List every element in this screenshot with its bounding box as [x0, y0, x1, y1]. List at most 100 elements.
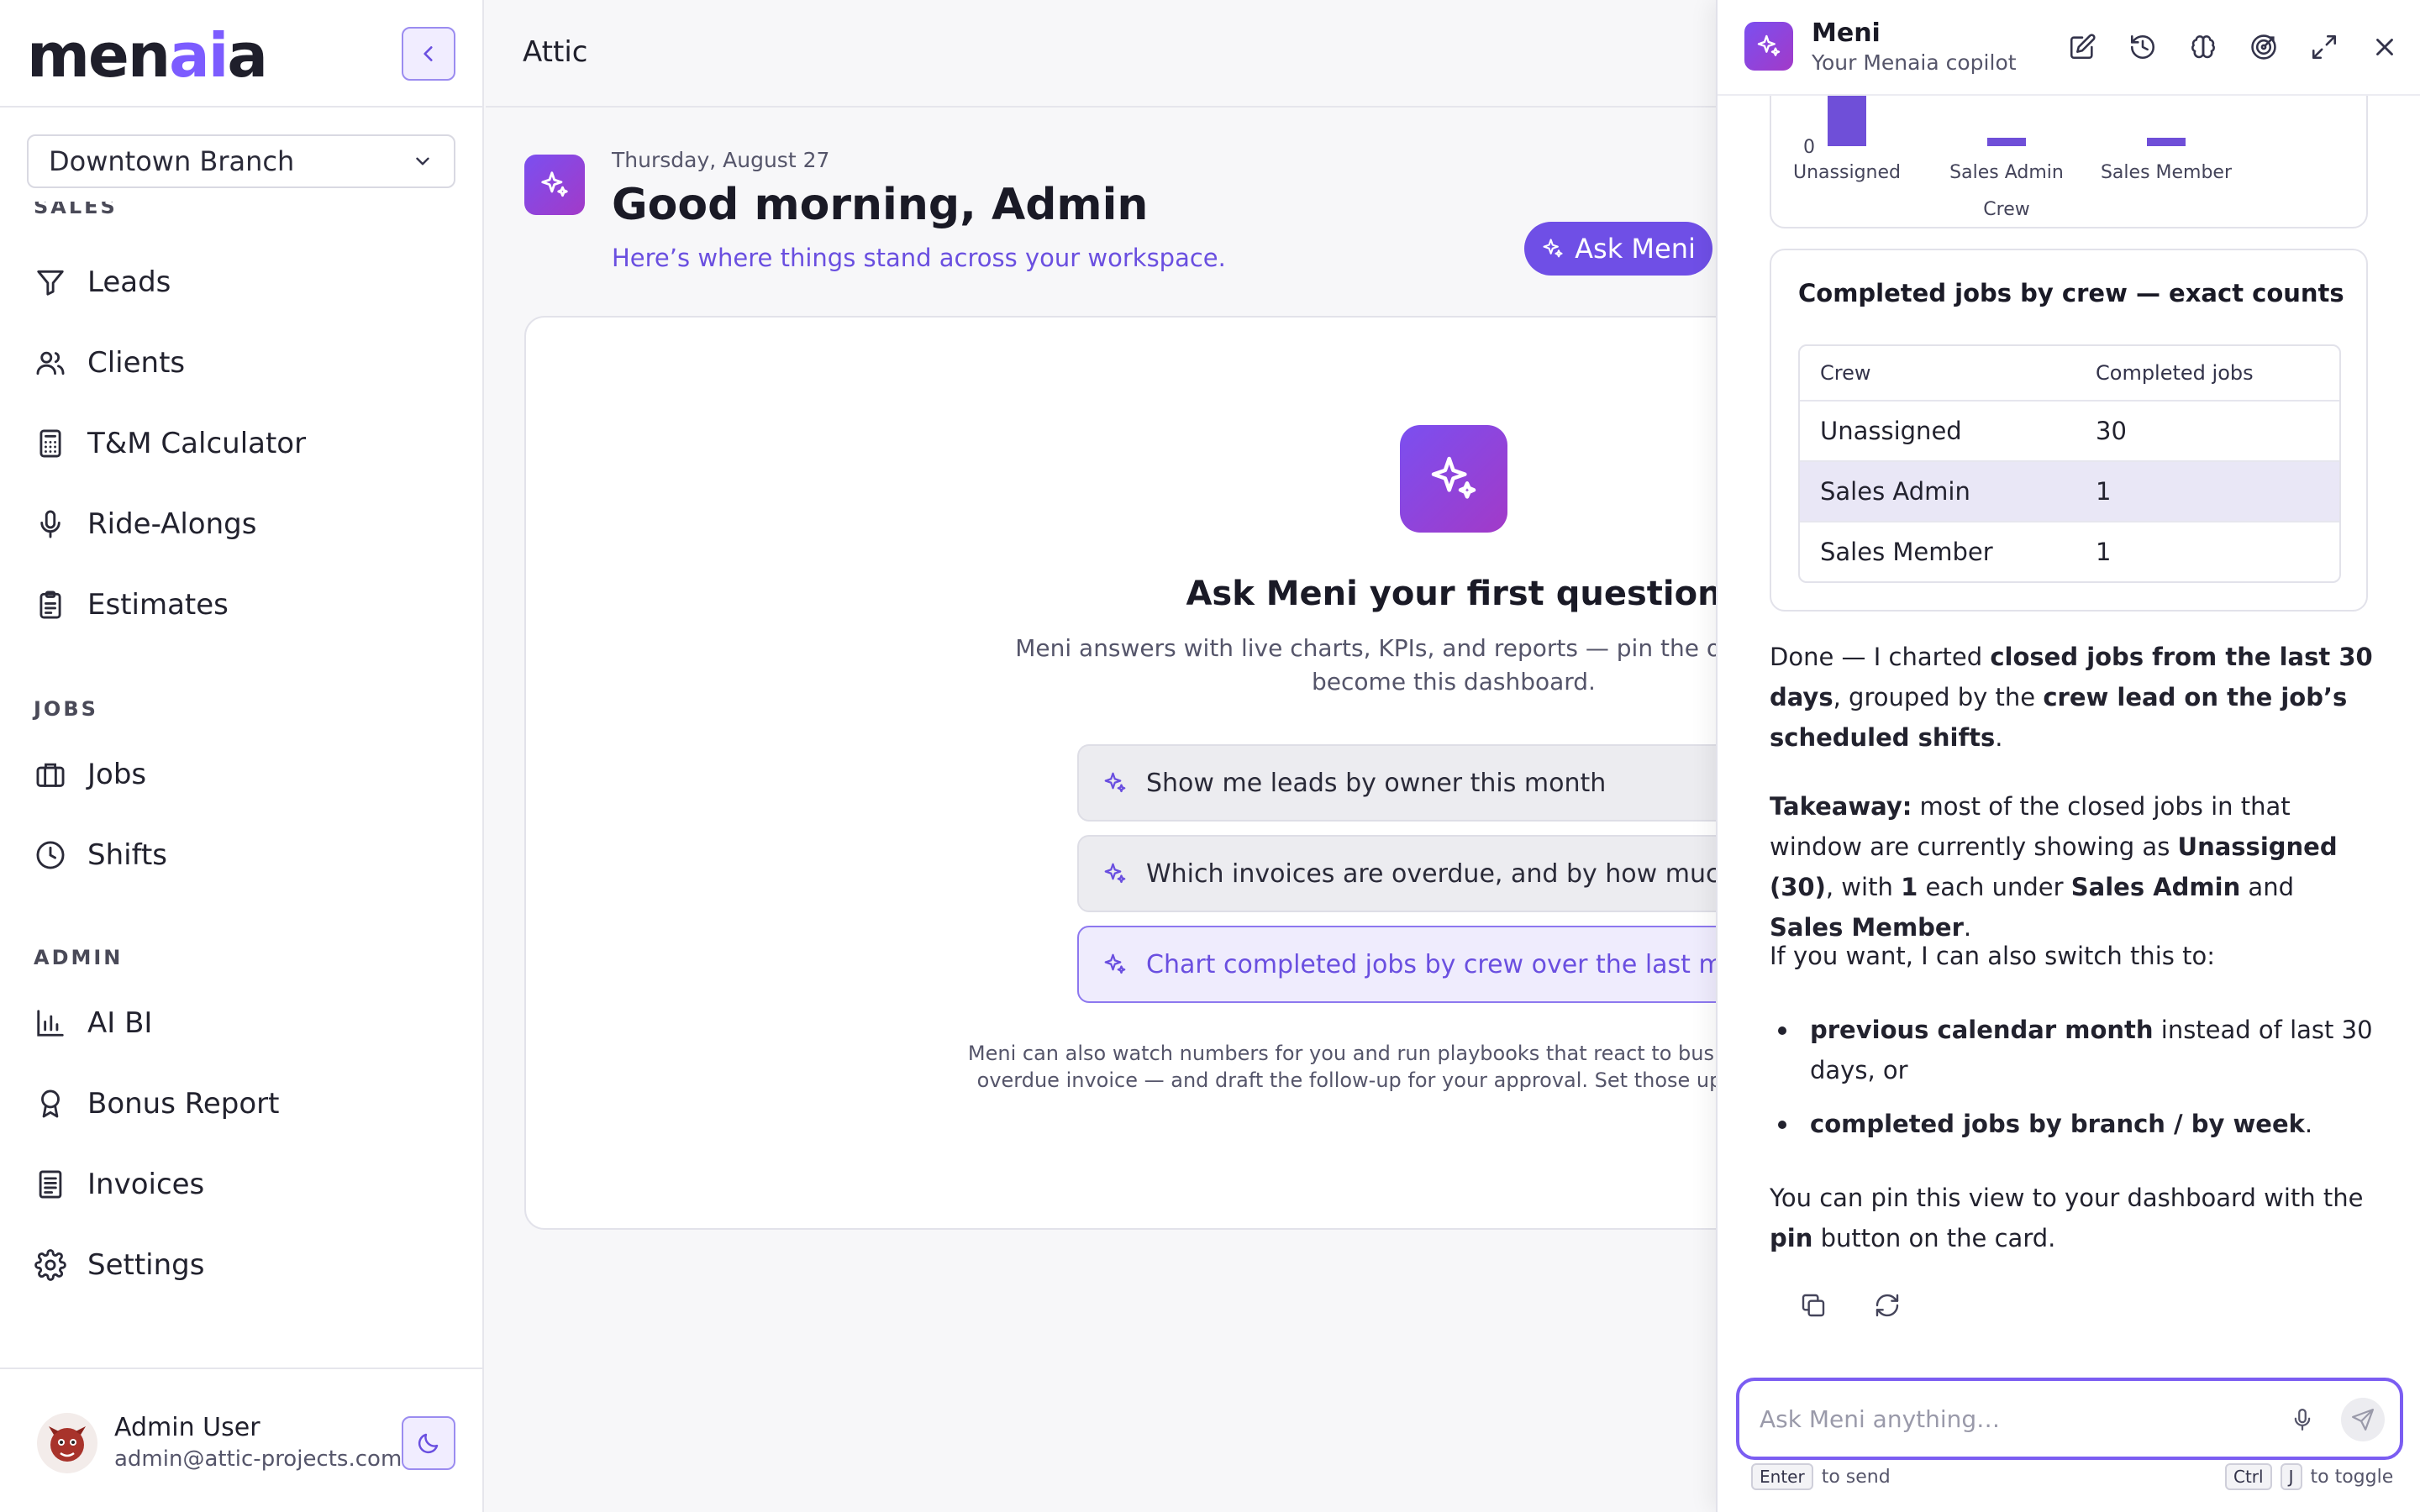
send-button[interactable]: [2341, 1398, 2385, 1441]
chat-input[interactable]: [1760, 1401, 2264, 1436]
sidebar-item-label: Ride-Alongs: [87, 507, 257, 541]
calculator-icon: [34, 427, 67, 460]
sidebar-item-label: Jobs: [87, 758, 147, 791]
table-card-title: Completed jobs by crew — exact counts: [1798, 279, 2344, 307]
expand-button[interactable]: [2307, 30, 2341, 64]
logo[interactable]: menaia: [27, 22, 268, 89]
clipboard-icon: [34, 588, 67, 622]
bar-chart: 0 Unassigned Sales Admin Sales Member Crew: [1793, 96, 2233, 220]
bar: [1987, 138, 2026, 146]
suggestion-label: Chart completed jobs by crew over the la…: [1146, 949, 1781, 979]
copilot-panel: Meni Your Menaia copilot 0 Unassigned Sale…: [1716, 0, 2420, 1512]
sidebar-item-bonus-report[interactable]: Bonus Report: [34, 1074, 454, 1134]
sparkles-icon: [1102, 770, 1128, 795]
nav-section-jobs: JOBS: [34, 697, 98, 721]
ask-meni-label: Ask Meni: [1575, 233, 1696, 265]
refresh-icon: [1876, 1294, 1899, 1317]
copilot-title: Meni: [1812, 18, 1881, 48]
table-row: Sales Member 1: [1800, 521, 2339, 581]
sidebar-item-invoices[interactable]: Invoices: [34, 1154, 454, 1215]
enter-key: Enter: [1751, 1463, 1813, 1490]
sidebar-item-label: AI BI: [87, 1006, 153, 1040]
filter-icon: [34, 265, 67, 299]
sidebar-item-estimates[interactable]: Estimates: [34, 575, 454, 635]
close-button[interactable]: [2368, 30, 2402, 64]
toggle-hint: Ctrl J to toggle: [2225, 1463, 2393, 1490]
history-button[interactable]: [2126, 30, 2160, 64]
goals-button[interactable]: [2247, 30, 2281, 64]
avatar[interactable]: [37, 1413, 97, 1473]
sidebar-item-ride-alongs[interactable]: Ride-Alongs: [34, 494, 454, 554]
gear-icon: [34, 1248, 67, 1282]
chat-input-container: [1736, 1378, 2403, 1460]
nav-section-sales: SALES: [34, 202, 118, 218]
sidebar-item-label: Clients: [87, 346, 186, 380]
memory-button[interactable]: [2186, 30, 2220, 64]
briefcase-icon: [34, 758, 67, 791]
sidebar-item-ai-bi[interactable]: AI BI: [34, 993, 454, 1053]
brain-icon: [2191, 35, 2215, 59]
sidebar-item-label: Invoices: [87, 1168, 205, 1201]
sparkles-icon: [1757, 34, 1781, 56]
copilot-messages[interactable]: 0 Unassigned Sales Admin Sales Member Crew C…: [1718, 96, 2420, 1356]
sidebar-header: menaia: [0, 0, 484, 108]
copilot-badge: [1744, 22, 1793, 71]
message-paragraph: If you want, I can also switch this to:: [1770, 942, 2215, 970]
sidebar-item-label: Shifts: [87, 838, 167, 872]
voice-input-button[interactable]: [2284, 1401, 2321, 1438]
copy-message-button[interactable]: [1793, 1285, 1833, 1326]
users-icon: [34, 346, 67, 380]
send-icon: [2352, 1409, 2374, 1431]
sparkles-badge: [524, 155, 585, 215]
copy-icon: [1802, 1294, 1825, 1317]
new-chat-button[interactable]: [2065, 30, 2099, 64]
branch-select[interactable]: Downtown Branch: [27, 134, 455, 188]
copilot-header: Meni Your Menaia copilot: [1718, 0, 2420, 96]
table-cell-count: 30: [2096, 417, 2127, 445]
table-card: Completed jobs by crew — exact counts Cr…: [1770, 249, 2368, 612]
suggestion-label: Show me leads by owner this month: [1146, 768, 1607, 798]
page-title: Good morning, Admin: [612, 180, 1149, 230]
microphone-icon: [34, 507, 67, 541]
chart-card: 0 Unassigned Sales Admin Sales Member Crew: [1770, 96, 2368, 228]
x-tick-label: Unassigned: [1793, 162, 1901, 183]
sidebar-item-tm-calculator[interactable]: T&M Calculator: [34, 413, 454, 474]
current-date: Thursday, August 27: [612, 148, 830, 172]
microphone-icon: [2294, 1409, 2311, 1431]
sidebar-item-clients[interactable]: Clients: [34, 333, 454, 393]
sparkles-icon: [1102, 861, 1128, 886]
theme-toggle-button[interactable]: [402, 1416, 455, 1470]
sidebar-item-jobs[interactable]: Jobs: [34, 744, 454, 805]
j-key: J: [2280, 1463, 2302, 1490]
sidebar-item-label: Estimates: [87, 588, 229, 622]
sidebar-item-shifts[interactable]: Shifts: [34, 825, 454, 885]
chevron-down-icon: [412, 150, 434, 172]
send-hint-text: to send: [1821, 1466, 1891, 1488]
table-cell-count: 1: [2096, 538, 2112, 566]
collapse-sidebar-button[interactable]: [402, 27, 455, 81]
table-row: Sales Admin 1: [1800, 460, 2339, 521]
table-cell-crew: Sales Admin: [1820, 477, 1970, 506]
bar: [1828, 96, 1866, 146]
ask-meni-button[interactable]: Ask Meni: [1524, 222, 1712, 276]
edit-icon: [2070, 34, 2096, 60]
table-header-crew: Crew: [1820, 361, 1871, 385]
table-header-row: Crew Completed jobs: [1800, 346, 2339, 400]
sidebar: menaia Downtown Branch SALES Leads Clien…: [0, 0, 484, 1512]
close-icon: [2376, 39, 2393, 55]
x-axis-label: Crew: [1983, 199, 2029, 220]
sparkles-icon: [1431, 456, 1476, 499]
regenerate-button[interactable]: [1867, 1285, 1907, 1326]
sidebar-item-settings[interactable]: Settings: [34, 1235, 454, 1295]
award-icon: [34, 1087, 67, 1121]
moon-icon: [418, 1433, 439, 1454]
ctrl-key: Ctrl: [2225, 1463, 2272, 1490]
message-paragraph: Done — I charted closed jobs from the la…: [1770, 643, 2373, 752]
table-header-completed-jobs: Completed jobs: [2096, 361, 2254, 385]
table-row: Unassigned 30: [1800, 400, 2339, 460]
table-cell-crew: Sales Member: [1820, 538, 1993, 566]
bar-chart-icon: [34, 1006, 67, 1040]
user-email: admin@attic-projects.com: [114, 1446, 402, 1472]
sidebar-item-leads[interactable]: Leads: [34, 252, 454, 312]
sidebar-item-label: T&M Calculator: [87, 427, 307, 460]
